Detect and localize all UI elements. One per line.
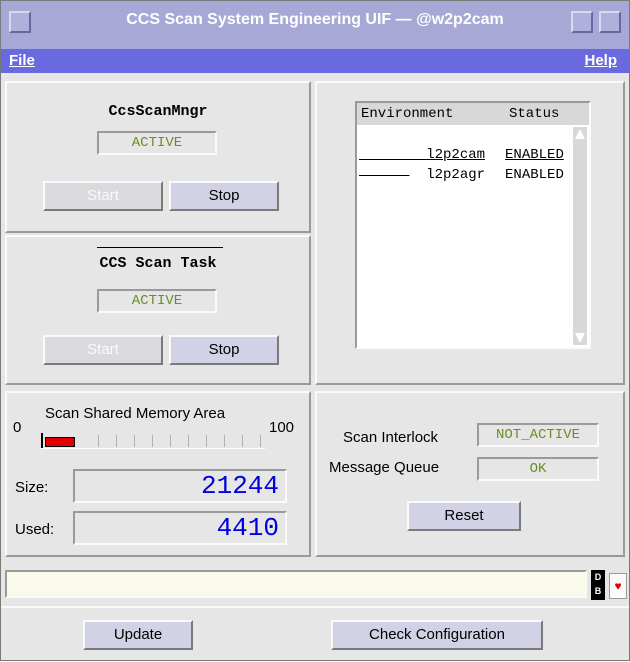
used-label: Used: xyxy=(15,521,55,538)
environment-list[interactable]: Environment Status l2p2cam ENABLED l2p2ag… xyxy=(355,101,591,349)
environment-list-header: Environment Status xyxy=(357,103,589,125)
heart-icon[interactable]: ♥ xyxy=(609,573,627,599)
message-queue-value: OK xyxy=(477,457,599,481)
scan-mngr-stop-button[interactable]: Stop xyxy=(169,181,279,211)
window-title: CCS Scan System Engineering UIF — @w2p2c… xyxy=(126,11,504,28)
environment-scrollbar[interactable] xyxy=(573,127,587,345)
memory-gauge-fill xyxy=(45,437,75,447)
menu-help[interactable]: Help xyxy=(584,52,617,69)
scan-mngr-title: CcsScanMngr xyxy=(108,103,208,120)
scan-interlock-label: Scan Interlock xyxy=(343,429,439,446)
memory-gauge xyxy=(41,433,265,449)
button-bar: Update Check Configuration xyxy=(1,606,629,662)
main-window: CCS Scan System Engineering UIF — @w2p2c… xyxy=(0,0,630,661)
scan-task-panel: CCS Scan Task ACTIVE Start Stop xyxy=(5,235,311,385)
scan-mngr-start-button[interactable]: Start xyxy=(43,181,163,211)
status-column-header: Status xyxy=(509,106,560,122)
environment-panel: Environment Status l2p2cam ENABLED l2p2ag… xyxy=(315,81,625,385)
scan-mngr-status: ACTIVE xyxy=(97,131,217,155)
title-bar[interactable]: CCS Scan System Engineering UIF — @w2p2c… xyxy=(1,1,629,49)
environment-column-header: Environment xyxy=(361,106,454,122)
memory-panel: Scan Shared Memory Area 0 100 Size: 2124… xyxy=(5,391,311,557)
window-menu-button[interactable] xyxy=(9,11,31,33)
memory-max-label: 100 xyxy=(269,419,295,436)
interlock-panel: Scan Interlock NOT_ACTIVE Message Queue … xyxy=(315,391,625,557)
maximize-button[interactable] xyxy=(599,11,621,33)
minimize-button[interactable] xyxy=(571,11,593,33)
scan-task-status: ACTIVE xyxy=(97,289,217,313)
scan-task-title: CCS Scan Task xyxy=(99,255,217,272)
scroll-down-arrow-icon[interactable] xyxy=(575,333,585,343)
environment-row[interactable]: l2p2agr ENABLED xyxy=(359,151,564,199)
update-button[interactable]: Update xyxy=(83,620,193,650)
used-value: 4410 xyxy=(73,511,287,545)
menu-bar: File Help xyxy=(1,49,629,73)
scan-task-stop-button[interactable]: Stop xyxy=(169,335,279,365)
check-configuration-button[interactable]: Check Configuration xyxy=(331,620,543,650)
environment-status: ENABLED xyxy=(505,167,564,183)
memory-min-label: 0 xyxy=(13,419,22,436)
message-queue-label: Message Queue xyxy=(329,459,440,476)
size-value: 21244 xyxy=(73,469,287,503)
memory-title: Scan Shared Memory Area xyxy=(45,405,226,422)
environment-name: l2p2agr xyxy=(426,167,486,183)
scan-interlock-value: NOT_ACTIVE xyxy=(477,423,599,447)
reset-button[interactable]: Reset xyxy=(407,501,521,531)
size-label: Size: xyxy=(15,479,49,496)
menu-file[interactable]: File xyxy=(9,52,35,69)
message-field[interactable] xyxy=(5,570,587,598)
scan-mngr-panel: CcsScanMngr ACTIVE Start Stop xyxy=(5,81,311,233)
scroll-up-arrow-icon[interactable] xyxy=(575,129,585,139)
database-icon[interactable]: D B xyxy=(591,570,605,600)
scan-task-title-rule xyxy=(97,247,223,248)
scan-task-start-button[interactable]: Start xyxy=(43,335,163,365)
